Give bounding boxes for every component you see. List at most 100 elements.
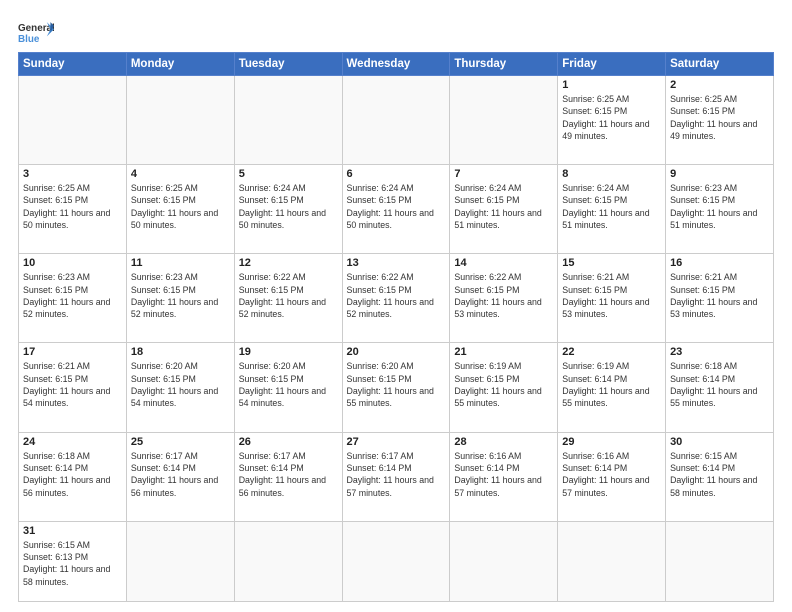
calendar-cell <box>558 521 666 601</box>
calendar-cell: 2 Sunrise: 6:25 AM Sunset: 6:15 PM Daylig… <box>666 76 774 165</box>
calendar-cell: 16 Sunrise: 6:21 AM Sunset: 6:15 PM Dayli… <box>666 254 774 343</box>
calendar-cell: 17Sunrise: 6:21 AM Sunset: 6:15 PM Dayli… <box>19 343 127 432</box>
day-number: 19 <box>239 346 338 358</box>
day-info: Sunrise: 6:22 AM Sunset: 6:15 PM Dayligh… <box>454 271 553 320</box>
day-info: Sunrise: 6:21 AM Sunset: 6:15 PM Dayligh… <box>23 360 122 409</box>
day-info: Sunrise: 6:25 AM Sunset: 6:15 PM Dayligh… <box>562 93 661 142</box>
calendar-cell: 23 Sunrise: 6:18 AM Sunset: 6:14 PM Dayli… <box>666 343 774 432</box>
day-info: Sunrise: 6:21 AM Sunset: 6:15 PM Dayligh… <box>670 271 769 320</box>
day-number: 3 <box>23 168 122 180</box>
calendar-cell: 3 Sunrise: 6:25 AM Sunset: 6:15 PM Daylig… <box>19 165 127 254</box>
calendar-cell: 9Sunrise: 6:23 AM Sunset: 6:15 PM Daylig… <box>666 165 774 254</box>
day-number: 29 <box>562 436 661 448</box>
day-number: 27 <box>347 436 446 448</box>
day-number: 21 <box>454 346 553 358</box>
calendar-cell <box>19 76 127 165</box>
calendar-cell: 6 Sunrise: 6:24 AM Sunset: 6:15 PM Daylig… <box>342 165 450 254</box>
day-info: Sunrise: 6:18 AM Sunset: 6:14 PM Dayligh… <box>670 360 769 409</box>
weekday-header-tuesday: Tuesday <box>234 53 342 76</box>
calendar-cell: 26 Sunrise: 6:17 AM Sunset: 6:14 PM Dayli… <box>234 432 342 521</box>
day-info: Sunrise: 6:25 AM Sunset: 6:15 PM Dayligh… <box>23 182 122 231</box>
day-info: Sunrise: 6:24 AM Sunset: 6:15 PM Dayligh… <box>454 182 553 231</box>
day-info: Sunrise: 6:15 AM Sunset: 6:14 PM Dayligh… <box>670 450 769 499</box>
calendar-cell: 20 Sunrise: 6:20 AM Sunset: 6:15 PM Dayli… <box>342 343 450 432</box>
calendar-week-1: 1 Sunrise: 6:25 AM Sunset: 6:15 PM Daylig… <box>19 76 774 165</box>
calendar-cell: 13 Sunrise: 6:22 AM Sunset: 6:15 PM Dayli… <box>342 254 450 343</box>
day-info: Sunrise: 6:24 AM Sunset: 6:15 PM Dayligh… <box>239 182 338 231</box>
calendar-cell: 21Sunrise: 6:19 AM Sunset: 6:15 PM Dayli… <box>450 343 558 432</box>
weekday-header-sunday: Sunday <box>19 53 127 76</box>
day-info: Sunrise: 6:22 AM Sunset: 6:15 PM Dayligh… <box>347 271 446 320</box>
day-info: Sunrise: 6:17 AM Sunset: 6:14 PM Dayligh… <box>347 450 446 499</box>
day-info: Sunrise: 6:17 AM Sunset: 6:14 PM Dayligh… <box>239 450 338 499</box>
day-info: Sunrise: 6:23 AM Sunset: 6:15 PM Dayligh… <box>23 271 122 320</box>
day-info: Sunrise: 6:20 AM Sunset: 6:15 PM Dayligh… <box>347 360 446 409</box>
day-number: 20 <box>347 346 446 358</box>
day-number: 30 <box>670 436 769 448</box>
header: General Blue <box>18 18 774 46</box>
day-number: 26 <box>239 436 338 448</box>
day-info: Sunrise: 6:22 AM Sunset: 6:15 PM Dayligh… <box>239 271 338 320</box>
weekday-header-wednesday: Wednesday <box>342 53 450 76</box>
calendar-week-6: 31 Sunrise: 6:15 AM Sunset: 6:13 PM Dayli… <box>19 521 774 601</box>
day-number: 23 <box>670 346 769 358</box>
calendar-cell <box>450 76 558 165</box>
calendar-cell: 22Sunrise: 6:19 AM Sunset: 6:14 PM Dayli… <box>558 343 666 432</box>
day-info: Sunrise: 6:25 AM Sunset: 6:15 PM Dayligh… <box>131 182 230 231</box>
calendar-cell <box>234 521 342 601</box>
weekday-header-saturday: Saturday <box>666 53 774 76</box>
day-number: 10 <box>23 257 122 269</box>
generalblue-logo-icon: General Blue <box>18 18 54 46</box>
day-number: 18 <box>131 346 230 358</box>
page: General Blue SundayMondayTuesdayWednesda… <box>0 0 792 612</box>
day-number: 2 <box>670 79 769 91</box>
calendar-cell: 18 Sunrise: 6:20 AM Sunset: 6:15 PM Dayli… <box>126 343 234 432</box>
calendar-cell: 19 Sunrise: 6:20 AM Sunset: 6:15 PM Dayli… <box>234 343 342 432</box>
calendar-cell: 12Sunrise: 6:22 AM Sunset: 6:15 PM Dayli… <box>234 254 342 343</box>
day-number: 1 <box>562 79 661 91</box>
day-number: 31 <box>23 525 122 537</box>
calendar-cell <box>342 521 450 601</box>
weekday-header-monday: Monday <box>126 53 234 76</box>
day-info: Sunrise: 6:18 AM Sunset: 6:14 PM Dayligh… <box>23 450 122 499</box>
weekday-header-row: SundayMondayTuesdayWednesdayThursdayFrid… <box>19 53 774 76</box>
day-number: 15 <box>562 257 661 269</box>
day-number: 8 <box>562 168 661 180</box>
day-info: Sunrise: 6:20 AM Sunset: 6:15 PM Dayligh… <box>239 360 338 409</box>
calendar-cell: 27 Sunrise: 6:17 AM Sunset: 6:14 PM Dayli… <box>342 432 450 521</box>
calendar-cell: 4Sunrise: 6:25 AM Sunset: 6:15 PM Daylig… <box>126 165 234 254</box>
day-number: 25 <box>131 436 230 448</box>
calendar-table: SundayMondayTuesdayWednesdayThursdayFrid… <box>18 52 774 602</box>
day-number: 16 <box>670 257 769 269</box>
day-info: Sunrise: 6:24 AM Sunset: 6:15 PM Dayligh… <box>347 182 446 231</box>
logo: General Blue <box>18 18 54 46</box>
calendar-cell: 14Sunrise: 6:22 AM Sunset: 6:15 PM Dayli… <box>450 254 558 343</box>
calendar-cell: 29 Sunrise: 6:16 AM Sunset: 6:14 PM Dayli… <box>558 432 666 521</box>
day-number: 5 <box>239 168 338 180</box>
day-info: Sunrise: 6:24 AM Sunset: 6:15 PM Dayligh… <box>562 182 661 231</box>
calendar-cell <box>126 521 234 601</box>
weekday-header-friday: Friday <box>558 53 666 76</box>
day-number: 13 <box>347 257 446 269</box>
day-info: Sunrise: 6:15 AM Sunset: 6:13 PM Dayligh… <box>23 539 122 588</box>
day-info: Sunrise: 6:25 AM Sunset: 6:15 PM Dayligh… <box>670 93 769 142</box>
day-info: Sunrise: 6:20 AM Sunset: 6:15 PM Dayligh… <box>131 360 230 409</box>
calendar-cell: 10 Sunrise: 6:23 AM Sunset: 6:15 PM Dayli… <box>19 254 127 343</box>
calendar-cell: 8 Sunrise: 6:24 AM Sunset: 6:15 PM Daylig… <box>558 165 666 254</box>
day-number: 24 <box>23 436 122 448</box>
calendar-cell: 30 Sunrise: 6:15 AM Sunset: 6:14 PM Dayli… <box>666 432 774 521</box>
day-number: 11 <box>131 257 230 269</box>
calendar-cell: 24 Sunrise: 6:18 AM Sunset: 6:14 PM Dayli… <box>19 432 127 521</box>
day-info: Sunrise: 6:19 AM Sunset: 6:14 PM Dayligh… <box>562 360 661 409</box>
calendar-cell: 28Sunrise: 6:16 AM Sunset: 6:14 PM Dayli… <box>450 432 558 521</box>
day-info: Sunrise: 6:23 AM Sunset: 6:15 PM Dayligh… <box>670 182 769 231</box>
calendar-week-2: 3 Sunrise: 6:25 AM Sunset: 6:15 PM Daylig… <box>19 165 774 254</box>
calendar-cell <box>342 76 450 165</box>
day-info: Sunrise: 6:16 AM Sunset: 6:14 PM Dayligh… <box>562 450 661 499</box>
calendar-week-3: 10 Sunrise: 6:23 AM Sunset: 6:15 PM Dayli… <box>19 254 774 343</box>
day-number: 6 <box>347 168 446 180</box>
day-info: Sunrise: 6:16 AM Sunset: 6:14 PM Dayligh… <box>454 450 553 499</box>
calendar-cell: 15Sunrise: 6:21 AM Sunset: 6:15 PM Dayli… <box>558 254 666 343</box>
calendar-week-5: 24 Sunrise: 6:18 AM Sunset: 6:14 PM Dayli… <box>19 432 774 521</box>
calendar-cell <box>450 521 558 601</box>
